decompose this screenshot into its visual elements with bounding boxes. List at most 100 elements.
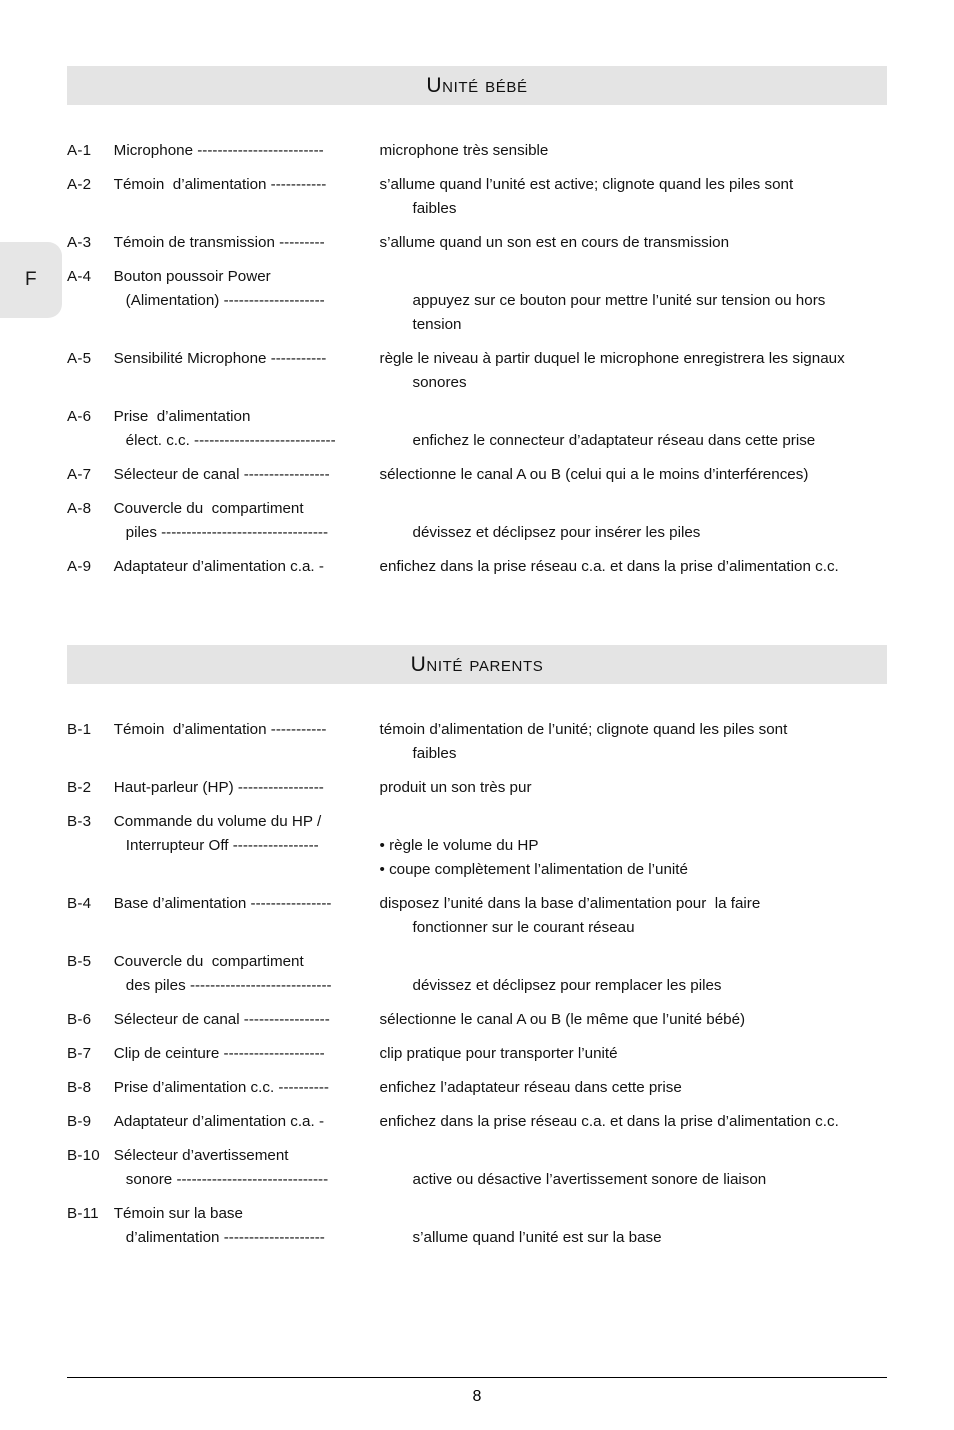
entry-spacer-cell [67, 882, 887, 892]
entry-term: Témoin d’alimentation ----------- [114, 718, 380, 766]
entry-description-line: témoin d’alimentation de l’unité; cligno… [379, 721, 788, 738]
entry-term: Témoin d’alimentation ----------- [114, 173, 380, 221]
entry-description-line: produit un son très pur [379, 779, 532, 796]
banner-spacer [67, 105, 887, 139]
entry-spacer-cell [67, 1134, 887, 1144]
entry-row: A-7 Sélecteur de canal ----------------- s… [67, 463, 887, 487]
entry-reference: A-8 [67, 500, 92, 517]
entry-reference: B-10 [67, 1147, 100, 1164]
entry-reference: A-6 [67, 408, 92, 425]
entry-reference: A-1 [67, 142, 92, 159]
entry-spacer [67, 1066, 887, 1076]
entry-spacer [67, 1100, 887, 1110]
entry-description-line [380, 950, 887, 974]
entry-reference: B-1 [67, 721, 92, 738]
entry-spacer-cell [67, 998, 887, 1008]
entry-spacer [67, 766, 887, 776]
entry-description: microphone très sensible [380, 139, 887, 163]
entry-spacer-cell [67, 163, 887, 173]
entry-reference: B-6 [67, 1011, 92, 1028]
entry-description: témoin d’alimentation de l’unité; cligno… [380, 718, 887, 766]
entry-term: Base d’alimentation ---------------- [114, 892, 380, 940]
entry-description-continuation: dévissez et déclipsez pour remplacer les… [412, 977, 722, 994]
entry-spacer [67, 998, 887, 1008]
entry-spacer-cell [67, 1066, 887, 1076]
entry-term: Sélecteur d’avertissement sonore --------… [114, 1144, 380, 1192]
entry-description: enfichez dans la prise réseau c.a. et da… [380, 555, 887, 579]
section-banner-unite-parents: Unité parents [67, 645, 887, 684]
entry-row: B-11 Témoin sur la base d’alimentation ---… [67, 1202, 887, 1250]
entry-spacer-cell [67, 221, 887, 231]
entry-row: B-4 Base d’alimentation ---------------- d… [67, 892, 887, 940]
entry-description-line: clip pratique pour transporter l’unité [379, 1045, 618, 1062]
entry-spacer [67, 1192, 887, 1202]
entry-reference: B-3 [67, 813, 92, 830]
entry-spacer-cell [67, 487, 887, 497]
entry-description: s’allume quand un son est en cours de tr… [380, 231, 887, 255]
entry-spacer-cell [67, 800, 887, 810]
entry-term: Bouton poussoir Power (Alimentation) ----… [114, 265, 380, 337]
entry-spacer [67, 882, 887, 892]
entry-spacer [67, 579, 887, 589]
entry-spacer [67, 1250, 887, 1260]
entry-term-line: Base d’alimentation ---------------- [113, 895, 332, 912]
entry-description-continuation: tension [412, 316, 462, 333]
entry-term-continuation: sonore ------------------------------ [125, 1171, 329, 1188]
entry-term-line: Sélecteur de canal ----------------- [113, 1011, 330, 1028]
entry-description-continuation: fonctionner sur le courant réseau [412, 919, 635, 936]
entry-row: A-2 Témoin d’alimentation ----------- s’al… [67, 173, 887, 221]
entry-reference: B-8 [67, 1079, 92, 1096]
entry-term: Sensibilité Microphone ----------- [114, 347, 380, 395]
entry-term-line: Prise d’alimentation c.c. ---------- [113, 1079, 329, 1096]
top-spacer [67, 0, 887, 66]
entry-description: s’allume quand l’unité est active; clign… [380, 173, 887, 221]
entry-term-line: Haut-parleur (HP) ----------------- [113, 779, 324, 796]
entry-spacer [67, 221, 887, 231]
entry-term-line: Témoin d’alimentation ----------- [113, 721, 327, 738]
entry-term: Témoin de transmission --------- [114, 231, 380, 255]
entry-description-continuation: active ou désactive l’avertissement sono… [412, 1171, 767, 1188]
entry-description: enfichez l’adaptateur réseau dans cette … [380, 1076, 887, 1100]
banner-spacer [67, 684, 887, 718]
entry-term: Témoin sur la base d’alimentation -------… [114, 1202, 380, 1250]
entry-term: Adaptateur d’alimentation c.a. - [114, 555, 380, 579]
entry-description-line: sélectionne le canal A ou B (celui qui a… [379, 466, 809, 483]
entry-description: sélectionne le canal A ou B (celui qui a… [380, 463, 887, 487]
entry-table-unite-bebe: A-1 Microphone ------------------------- m… [67, 139, 887, 589]
entry-term: Adaptateur d’alimentation c.a. - [114, 1110, 380, 1134]
entry-description-continuation: faibles [412, 200, 457, 217]
entry-row: B-8 Prise d’alimentation c.c. ---------- e… [67, 1076, 887, 1100]
entry-term-line: Sélecteur d’avertissement [113, 1147, 289, 1164]
entry-row: A-1 Microphone ------------------------- m… [67, 139, 887, 163]
entry-reference: A-4 [67, 268, 92, 285]
entry-term: Prise d’alimentation c.c. ---------- [114, 1076, 380, 1100]
entry-description-line [380, 497, 887, 521]
entry-reference: B-11 [67, 1205, 99, 1222]
entry-term-line: Prise d’alimentation [113, 408, 251, 425]
entry-description: enfichez le connecteur d’adaptateur rése… [380, 405, 887, 453]
entry-description: dévissez et déclipsez pour remplacer les… [380, 950, 887, 998]
entry-term-line: Adaptateur d’alimentation c.a. - [113, 1113, 324, 1130]
entry-spacer-cell [67, 255, 887, 265]
entry-spacer-cell [67, 337, 887, 347]
entry-reference: B-5 [67, 953, 92, 970]
entry-term-continuation: des piles ---------------------------- [125, 977, 332, 994]
entry-description-line: s’allume quand un son est en cours de tr… [379, 234, 730, 251]
section-banner-unite-bebe: Unité bébé [67, 66, 887, 105]
entry-reference: A-2 [67, 176, 92, 193]
entry-spacer-cell [67, 1192, 887, 1202]
entry-description-line: microphone très sensible [379, 142, 549, 159]
entry-spacer [67, 453, 887, 463]
entry-term-continuation: élect. c.c. ---------------------------- [125, 432, 336, 449]
entry-spacer-cell [67, 395, 887, 405]
entry-description-line [380, 810, 887, 834]
entry-description: active ou désactive l’avertissement sono… [380, 1144, 887, 1192]
entry-spacer [67, 1032, 887, 1042]
entry-term-line: Témoin sur la base [113, 1205, 243, 1222]
entry-table-unite-parents: B-1 Témoin d’alimentation ----------- témo… [67, 718, 887, 1260]
entry-description-line: s’allume quand l’unité est active; clign… [379, 176, 794, 193]
entry-description: sélectionne le canal A ou B (le même que… [380, 1008, 887, 1032]
entry-description-line [380, 1202, 887, 1226]
entry-spacer [67, 255, 887, 265]
